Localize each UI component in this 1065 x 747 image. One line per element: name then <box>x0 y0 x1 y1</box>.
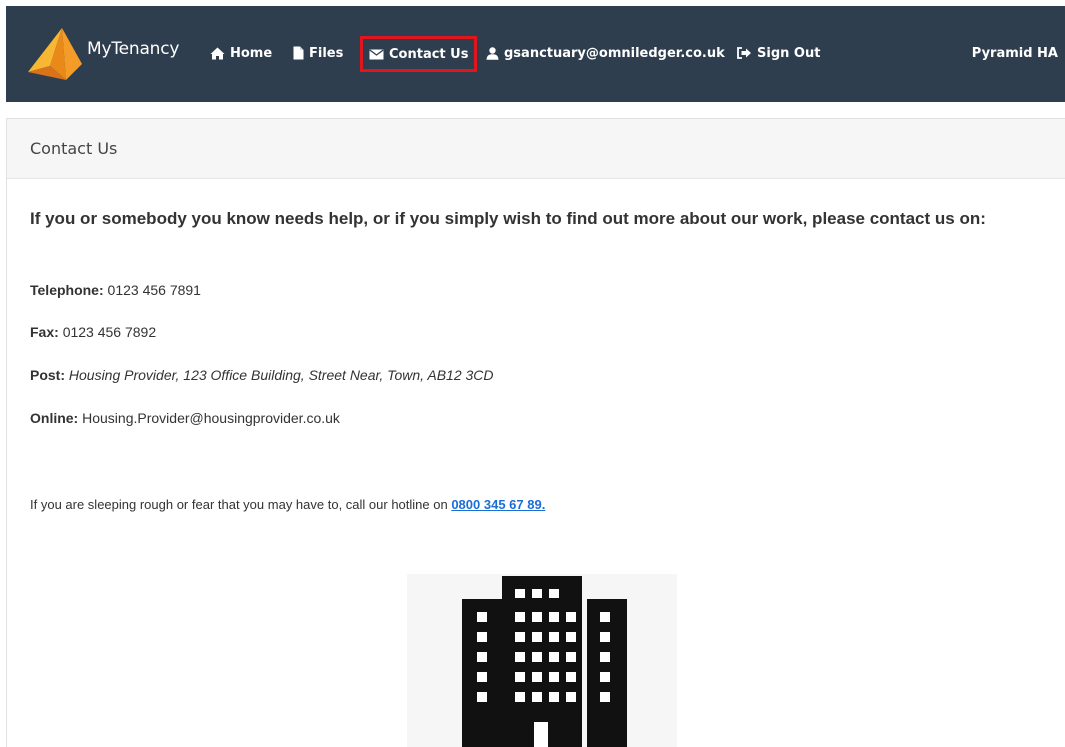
pyramid-logo-icon[interactable] <box>26 26 84 82</box>
organisation-name[interactable]: Pyramid HA <box>972 42 1058 64</box>
user-icon <box>486 46 499 60</box>
panel-heading: Contact Us <box>7 119 1065 179</box>
post-address: Housing Provider, 123 Office Building, S… <box>68 367 494 383</box>
fax-label: Fax: <box>30 324 59 340</box>
nav-files[interactable]: Files <box>293 42 343 64</box>
telephone-value: 0123 456 7891 <box>107 282 201 298</box>
post-line: Post: Housing Provider, 123 Office Build… <box>30 367 494 383</box>
fax-line: Fax: 0123 456 7892 <box>30 324 156 340</box>
organisation-name-label: Pyramid HA <box>971 45 1058 61</box>
fax-value: 0123 456 7892 <box>62 324 157 340</box>
online-email: Housing.Provider@housingprovider.co.uk <box>82 410 340 426</box>
nav-user-email: gsanctuary@omniledger.co.uk <box>504 45 725 61</box>
brand-name[interactable]: MyTenancy <box>87 39 179 59</box>
building-icon <box>407 574 677 747</box>
contact-panel: Contact Us If you or somebody you know n… <box>6 118 1065 747</box>
envelope-icon <box>369 48 384 59</box>
sign-out-icon <box>737 47 751 59</box>
nav-sign-out-label: Sign Out <box>757 45 821 61</box>
nav-user-account[interactable]: gsanctuary@omniledger.co.uk <box>486 42 725 64</box>
home-icon <box>210 47 225 59</box>
online-label: Online: <box>30 410 79 426</box>
telephone-label: Telephone: <box>30 282 104 298</box>
hotline-link[interactable]: 0800 345 67 89. <box>451 497 545 512</box>
telephone-line: Telephone: 0123 456 7891 <box>30 282 201 298</box>
online-line: Online: Housing.Provider@housingprovider… <box>30 410 340 426</box>
nav-sign-out[interactable]: Sign Out <box>737 42 820 64</box>
post-label: Post: <box>30 367 65 383</box>
nav-files-label: Files <box>309 45 344 61</box>
rough-sleeping-line: If you are sleeping rough or fear that y… <box>30 497 545 512</box>
rough-sleeping-text: If you are sleeping rough or fear that y… <box>30 497 448 512</box>
nav-home-label: Home <box>230 45 273 61</box>
page: MyTenancy Home Files Contact Us gsanctua… <box>0 0 1065 747</box>
nav-contact-us[interactable]: Contact Us <box>360 36 478 72</box>
nav-home[interactable]: Home <box>210 42 272 64</box>
nav-contact-us-label: Contact Us <box>389 46 469 62</box>
navbar: MyTenancy Home Files Contact Us gsanctua… <box>6 6 1065 102</box>
contact-intro: If you or somebody you know needs help, … <box>30 209 986 228</box>
file-icon <box>293 46 304 60</box>
